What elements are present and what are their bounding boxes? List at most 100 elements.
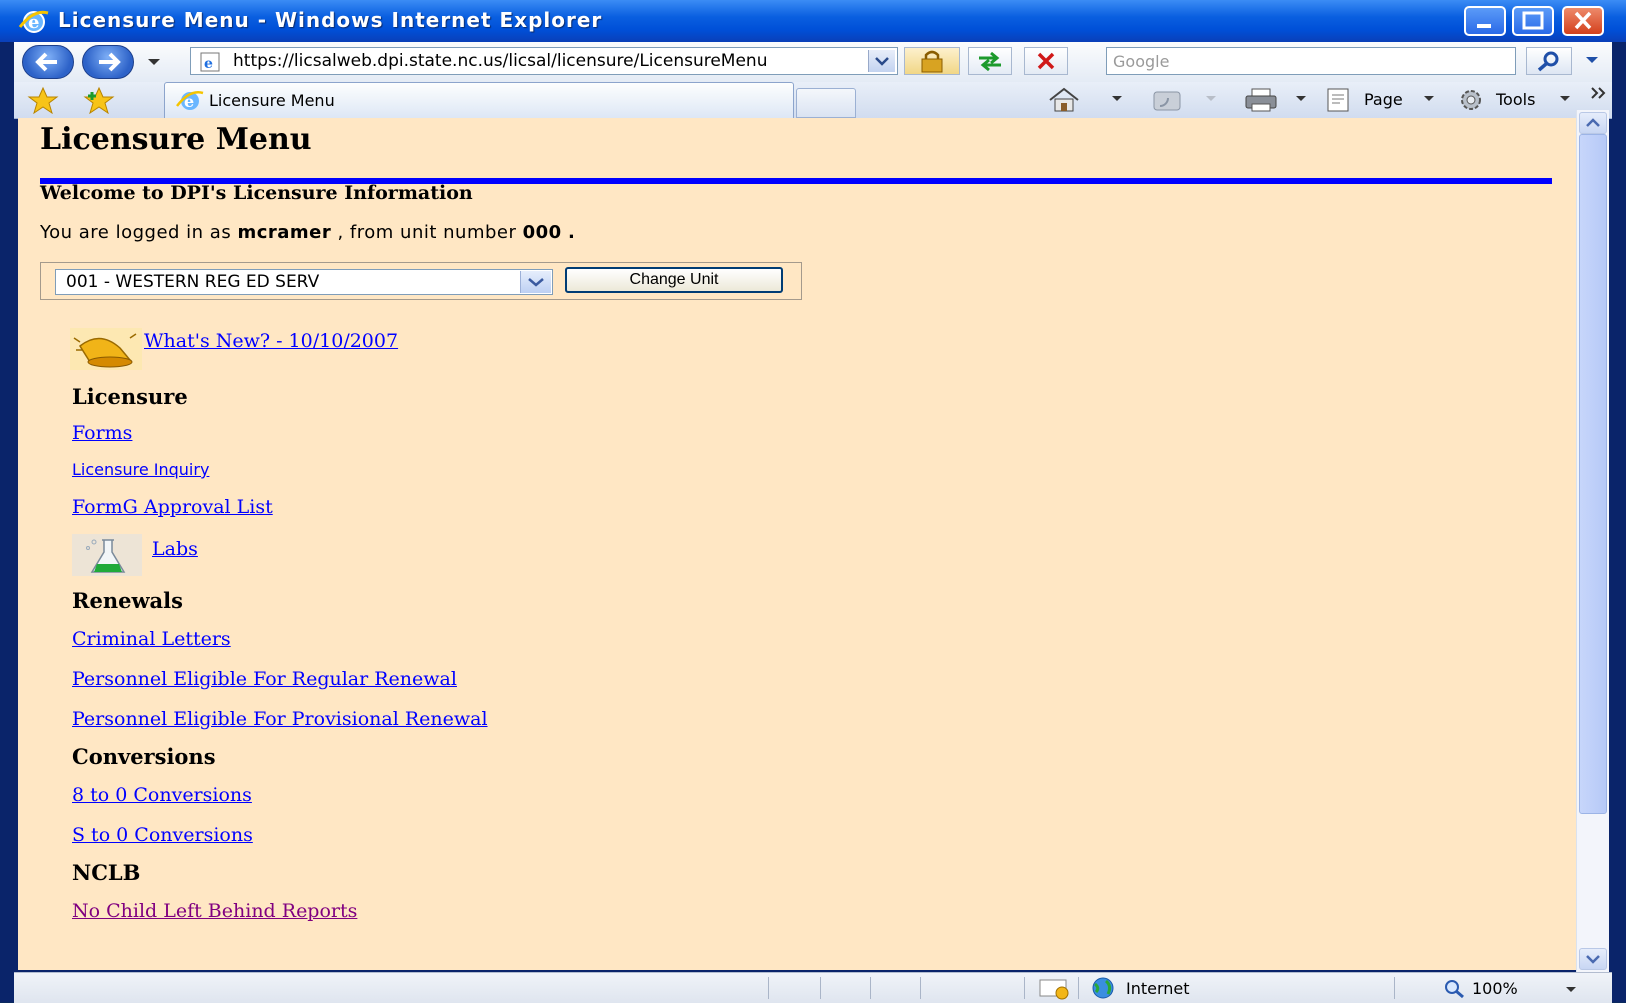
home-icon[interactable] xyxy=(1046,86,1082,114)
stop-icon xyxy=(1037,52,1055,70)
bell-image xyxy=(70,328,142,370)
page-menu-label: Page xyxy=(1364,90,1403,109)
status-separator xyxy=(920,977,921,999)
home-dropdown-icon[interactable] xyxy=(1110,94,1124,104)
ie-logo-icon: e xyxy=(18,10,49,33)
flask-image xyxy=(72,534,142,576)
status-separator xyxy=(768,977,769,999)
labs-link[interactable]: Labs xyxy=(152,538,198,560)
forms-link[interactable]: Forms xyxy=(72,422,132,444)
regular-renewal-link[interactable]: Personnel Eligible For Regular Renewal xyxy=(72,668,457,690)
title-bar: e Licensure Menu - Windows Internet Expl… xyxy=(0,0,1626,42)
search-placeholder: Google xyxy=(1113,52,1170,71)
add-favorites-icon[interactable] xyxy=(82,86,118,114)
unit-select-value: 001 - WESTERN REG ED SERV xyxy=(66,272,320,292)
lock-icon xyxy=(921,50,943,73)
minimize-icon xyxy=(1477,24,1491,28)
globe-icon xyxy=(1092,977,1114,999)
maximize-button[interactable] xyxy=(1512,6,1554,36)
welcome-heading: Welcome to DPI's Licensure Information xyxy=(40,182,473,204)
nclb-heading: NCLB xyxy=(72,860,141,885)
tools-menu-button[interactable]: Tools xyxy=(1454,82,1576,118)
print-icon[interactable] xyxy=(1242,86,1280,114)
page-title: Licensure Menu xyxy=(40,122,312,157)
provisional-renewal-link[interactable]: Personnel Eligible For Provisional Renew… xyxy=(72,708,488,730)
back-icon xyxy=(35,52,57,72)
login-info: You are logged in as mcramer , from unit… xyxy=(40,222,575,243)
search-button[interactable] xyxy=(1526,47,1572,75)
scroll-thumb[interactable] xyxy=(1579,134,1607,814)
address-bar[interactable]: e https://licsalweb.dpi.state.nc.us/lics… xyxy=(190,47,898,75)
chevron-down-icon xyxy=(528,278,544,287)
unit-select[interactable]: 001 - WESTERN REG ED SERV xyxy=(55,269,553,295)
refresh-button[interactable] xyxy=(968,47,1012,75)
s-to-0-conversions-link[interactable]: S to 0 Conversions xyxy=(72,824,253,846)
licensure-inquiry-link[interactable]: Licensure Inquiry xyxy=(72,460,209,479)
8-to-0-conversions-link[interactable]: 8 to 0 Conversions xyxy=(72,784,252,806)
chevron-up-icon xyxy=(1586,118,1600,127)
page-icon xyxy=(1327,88,1349,112)
feeds-dropdown-icon[interactable] xyxy=(1204,94,1218,104)
change-unit-button[interactable]: Change Unit xyxy=(565,267,783,293)
formg-approval-list-link[interactable]: FormG Approval List xyxy=(72,496,273,518)
feeds-icon[interactable] xyxy=(1150,86,1184,114)
window-title: Licensure Menu - Windows Internet Explor… xyxy=(58,8,603,32)
tools-gear-icon xyxy=(1461,90,1481,110)
search-icon xyxy=(1537,51,1559,72)
forward-button[interactable] xyxy=(82,45,134,79)
stop-button[interactable] xyxy=(1024,47,1068,75)
page-content: Licensure Menu Welcome to DPI's Licensur… xyxy=(18,118,1576,970)
svg-text:e: e xyxy=(204,56,213,72)
tab-licensure-menu[interactable]: e Licensure Menu xyxy=(164,82,794,118)
maximize-icon xyxy=(1522,11,1544,30)
login-end: . xyxy=(567,222,576,243)
browser-window: e Licensure Menu - Windows Internet Expl… xyxy=(0,0,1626,1003)
login-prefix: You are logged in as xyxy=(40,222,232,243)
zoom-icon[interactable] xyxy=(1442,978,1468,1000)
unit-number: 000 xyxy=(522,222,562,243)
vertical-scrollbar[interactable] xyxy=(1576,110,1609,972)
status-separator xyxy=(1078,977,1079,999)
print-dropdown-icon[interactable] xyxy=(1294,94,1308,104)
new-tab-button[interactable] xyxy=(796,88,856,118)
minimize-button[interactable] xyxy=(1464,6,1506,36)
conversions-heading: Conversions xyxy=(72,744,216,769)
ie-tab-icon: e xyxy=(176,91,204,111)
unit-select-arrow[interactable] xyxy=(520,271,551,293)
tab-label: Licensure Menu xyxy=(209,91,335,110)
status-separator xyxy=(1394,977,1395,999)
scroll-up-button[interactable] xyxy=(1579,112,1607,134)
forward-icon xyxy=(99,52,121,72)
chevron-down-icon xyxy=(1586,955,1600,964)
nclb-reports-link[interactable]: No Child Left Behind Reports xyxy=(72,900,357,922)
page-favicon-icon: e xyxy=(200,52,220,72)
page-dropdown-icon xyxy=(1424,96,1434,101)
close-icon xyxy=(1574,11,1592,30)
bell-icon xyxy=(73,333,137,368)
security-report-button[interactable] xyxy=(904,47,960,75)
flask-icon xyxy=(86,539,126,573)
criminal-letters-link[interactable]: Criminal Letters xyxy=(72,628,231,650)
back-button[interactable] xyxy=(22,45,74,79)
close-button[interactable] xyxy=(1562,6,1604,36)
tools-dropdown-icon xyxy=(1560,96,1570,101)
address-url[interactable]: https://licsalweb.dpi.state.nc.us/licsal… xyxy=(233,51,853,71)
whats-new-link[interactable]: What's New? - 10/10/2007 xyxy=(144,330,398,352)
login-mid: , from unit number xyxy=(337,222,517,243)
username: mcramer xyxy=(237,222,332,243)
zoom-dropdown-icon[interactable] xyxy=(1564,985,1578,995)
unit-selector-box: 001 - WESTERN REG ED SERV Change Unit xyxy=(40,262,802,300)
page-menu-button[interactable]: Page xyxy=(1322,82,1440,118)
status-separator xyxy=(1024,977,1025,999)
history-dropdown-icon[interactable] xyxy=(146,56,162,68)
search-box[interactable]: Google xyxy=(1106,47,1516,75)
search-options-icon[interactable] xyxy=(1582,54,1602,68)
protected-mode-icon[interactable] xyxy=(1036,977,1074,1001)
address-dropdown-button[interactable] xyxy=(868,50,895,72)
more-chevrons-icon[interactable] xyxy=(1590,86,1608,100)
refresh-icon xyxy=(979,51,1001,72)
scroll-down-button[interactable] xyxy=(1579,948,1607,970)
zoom-level[interactable]: 100% xyxy=(1472,979,1518,998)
favorites-star-icon[interactable] xyxy=(26,86,60,114)
navigation-bar: e https://licsalweb.dpi.state.nc.us/lics… xyxy=(14,42,1612,82)
